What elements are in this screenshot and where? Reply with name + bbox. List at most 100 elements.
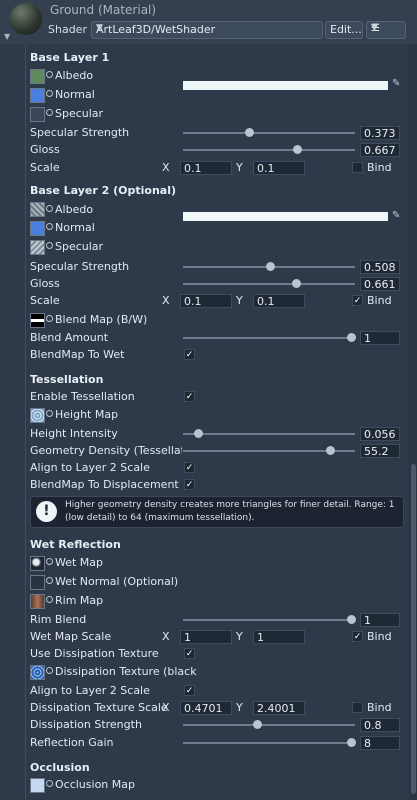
enable-tessellation-checkbox[interactable]: ✓ xyxy=(184,391,195,402)
slider-knob[interactable] xyxy=(347,333,356,342)
gloss-field[interactable]: 0.661 xyxy=(360,277,400,291)
object-picker-icon[interactable] xyxy=(46,90,53,97)
scale-y-field[interactable]: 0.1 xyxy=(253,161,305,175)
object-picker-icon[interactable] xyxy=(46,205,53,212)
object-picker-icon[interactable] xyxy=(46,109,53,116)
geometry-density-field[interactable]: 55.2 xyxy=(360,444,400,458)
slider-knob[interactable] xyxy=(194,429,203,438)
shader-dropdown[interactable]: ArtLeaf3D/WetShader ▼ xyxy=(91,21,323,39)
albedo-texture-slot[interactable] xyxy=(30,69,45,84)
object-picker-icon[interactable] xyxy=(46,223,53,230)
diss-scale-x-field[interactable]: 0.4701 xyxy=(180,701,232,715)
object-picker-icon[interactable] xyxy=(46,71,53,78)
bind-checkbox[interactable]: ✓ xyxy=(352,631,363,642)
wet-scale-x-field[interactable]: 1 xyxy=(180,630,232,644)
blend-amount-field[interactable]: 1 xyxy=(360,331,400,345)
occlusion-map-texture-slot[interactable] xyxy=(30,778,45,793)
rim-blend-slider[interactable] xyxy=(183,615,356,624)
albedo-color-swatch[interactable] xyxy=(183,81,388,90)
height-intensity-slider[interactable] xyxy=(183,429,355,438)
section-tessellation: Tessellation xyxy=(30,373,104,386)
reflection-gain-field[interactable]: 8 xyxy=(360,736,400,750)
collapse-arrow-icon[interactable]: ▼ xyxy=(4,32,10,41)
bind-checkbox[interactable] xyxy=(352,162,363,173)
normal-texture-slot[interactable] xyxy=(30,88,45,103)
specular-strength-slider[interactable] xyxy=(183,128,355,137)
align-layer2-label: Align to Layer 2 Scale xyxy=(30,684,150,697)
specular-strength-field[interactable]: 0.373 xyxy=(360,126,400,140)
object-picker-icon[interactable] xyxy=(46,577,53,584)
object-picker-icon[interactable] xyxy=(46,315,53,322)
slider-knob[interactable] xyxy=(292,279,301,288)
wet-normal-label: Wet Normal (Optional) xyxy=(46,574,178,590)
scrollbar-thumb[interactable] xyxy=(411,464,416,794)
wet-map-texture-slot[interactable] xyxy=(30,556,45,571)
rim-map-label: Rim Map xyxy=(46,593,103,609)
scale-x-label: X xyxy=(162,294,170,307)
edit-shader-button[interactable]: Edit... xyxy=(325,21,363,39)
specular-label: Specular xyxy=(46,106,103,122)
rim-blend-field[interactable]: 1 xyxy=(360,613,400,627)
blendmap-displacement-checkbox[interactable]: ✓ xyxy=(184,479,195,490)
wet-map-scale-label: Wet Map Scale xyxy=(30,630,112,643)
object-picker-icon[interactable] xyxy=(46,667,53,674)
use-dissipation-checkbox[interactable]: ✓ xyxy=(184,648,195,659)
dissipation-strength-slider[interactable] xyxy=(183,720,355,729)
specular-strength-slider[interactable] xyxy=(183,262,355,271)
specular-texture-slot[interactable] xyxy=(30,240,45,255)
bind-checkbox[interactable] xyxy=(352,702,363,713)
wet-normal-texture-slot[interactable] xyxy=(30,575,45,590)
reflection-gain-slider[interactable] xyxy=(183,738,356,747)
material-menu-button[interactable]: ☰ ▼ xyxy=(366,21,406,39)
slider-knob[interactable] xyxy=(253,720,262,729)
height-map-label: Height Map xyxy=(46,407,118,423)
scale-x-field[interactable]: 0.1 xyxy=(180,294,232,308)
blend-amount-slider[interactable] xyxy=(183,333,356,342)
align-layer2-checkbox[interactable]: ✓ xyxy=(184,685,195,696)
object-picker-icon[interactable] xyxy=(46,596,53,603)
specular-texture-slot[interactable] xyxy=(30,107,45,122)
wet-scale-y-field[interactable]: 1 xyxy=(253,630,305,644)
align-layer2-checkbox[interactable]: ✓ xyxy=(184,462,195,473)
section-base-layer-1: Base Layer 1 xyxy=(30,51,110,64)
object-picker-icon[interactable] xyxy=(46,558,53,565)
scale-y-field[interactable]: 0.1 xyxy=(253,294,305,308)
slider-knob[interactable] xyxy=(266,262,275,271)
albedo-texture-slot[interactable] xyxy=(30,202,45,217)
gloss-slider[interactable] xyxy=(183,279,355,288)
wet-scale-y-label: Y xyxy=(236,630,243,643)
rim-map-texture-slot[interactable] xyxy=(30,594,45,609)
section-occlusion: Occlusion xyxy=(30,761,90,774)
object-picker-icon[interactable] xyxy=(46,410,53,417)
object-picker-icon[interactable] xyxy=(46,242,53,249)
diss-scale-x-label: X xyxy=(162,701,170,714)
slider-knob[interactable] xyxy=(293,145,302,154)
eyedropper-icon[interactable]: ✎ xyxy=(392,210,400,221)
bind-checkbox[interactable]: ✓ xyxy=(352,295,363,306)
eyedropper-icon[interactable]: ✎ xyxy=(392,78,400,89)
dissipation-texture-slot[interactable] xyxy=(30,665,45,680)
slider-knob[interactable] xyxy=(347,615,356,624)
normal-texture-slot[interactable] xyxy=(30,221,45,236)
geometry-density-slider[interactable] xyxy=(183,446,355,455)
scrollbar[interactable] xyxy=(409,44,417,800)
blend-map-texture-slot[interactable] xyxy=(30,313,45,328)
object-picker-icon[interactable] xyxy=(46,780,53,787)
blendmap-to-wet-checkbox[interactable]: ✓ xyxy=(184,349,195,360)
bind-label: Bind xyxy=(367,161,392,174)
scale-x-label: X xyxy=(162,161,170,174)
albedo-color-swatch[interactable] xyxy=(183,212,388,221)
scale-x-field[interactable]: 0.1 xyxy=(180,161,232,175)
dissipation-strength-field[interactable]: 0.8 xyxy=(360,718,400,732)
geometry-density-label: Geometry Density (Tessellation xyxy=(30,444,182,457)
specular-strength-field[interactable]: 0.508 xyxy=(360,260,400,274)
slider-knob[interactable] xyxy=(326,446,335,455)
gloss-field[interactable]: 0.667 xyxy=(360,143,400,157)
height-intensity-field[interactable]: 0.056 xyxy=(360,427,400,441)
material-header: Ground (Material) ▼ Shader ArtLeaf3D/Wet… xyxy=(0,0,417,44)
slider-knob[interactable] xyxy=(245,128,254,137)
gloss-slider[interactable] xyxy=(183,145,355,154)
slider-knob[interactable] xyxy=(347,738,356,747)
diss-scale-y-field[interactable]: 2.4001 xyxy=(253,701,305,715)
height-map-texture-slot[interactable] xyxy=(30,408,45,423)
